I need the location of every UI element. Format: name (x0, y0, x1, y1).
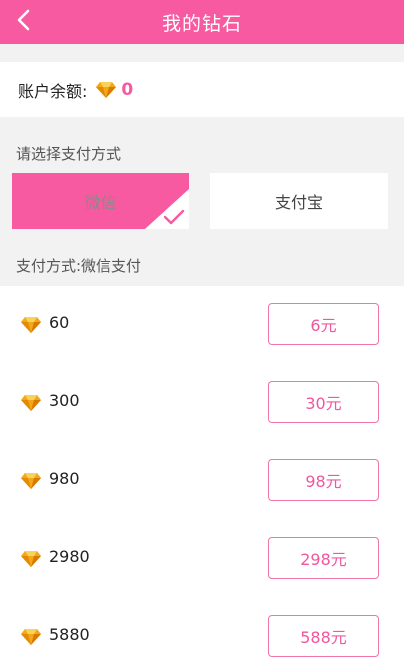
diamond-amount: 2980 (49, 547, 90, 566)
list-item: 5880 588元 (0, 598, 404, 669)
payment-option-wechat[interactable]: 微信 (12, 173, 189, 229)
diamond-amount: 300 (49, 391, 80, 410)
buy-button[interactable]: 298元 (268, 537, 379, 579)
diamond-icon (21, 317, 41, 333)
balance-row: 账户余额: 0 (0, 62, 404, 117)
payment-option-label: 支付宝 (274, 193, 323, 212)
spacer (0, 44, 404, 62)
list-item: 980 98元 (0, 442, 404, 520)
list-item: 2980 298元 (0, 520, 404, 598)
diamond-amount: 980 (49, 469, 80, 488)
payment-option-label: 微信 (84, 193, 117, 212)
diamond-icon (21, 395, 41, 411)
diamond-icon (21, 473, 41, 489)
buy-button[interactable]: 6元 (268, 303, 379, 345)
diamond-icon (21, 629, 41, 645)
payment-section-title: 请选择支付方式 (16, 145, 122, 163)
payment-options: 微信 支付宝 (12, 173, 388, 229)
back-arrow-icon (17, 9, 30, 31)
diamond-amount: 5880 (49, 625, 90, 644)
list-item: 60 6元 (0, 286, 404, 364)
page-title: 我的钻石 (161, 12, 242, 35)
checkmark-icon (145, 189, 189, 229)
header-bar: 我的钻石 (0, 0, 404, 44)
buy-button[interactable]: 30元 (268, 381, 379, 423)
buy-button[interactable]: 588元 (268, 615, 379, 657)
balance-value: 0 (121, 79, 134, 100)
payment-option-alipay[interactable]: 支付宝 (210, 173, 388, 229)
diamond-amount: 60 (49, 313, 70, 332)
balance-label: 账户余额: (18, 81, 88, 101)
diamond-package-list: 60 6元 300 30元 980 98元 2980 298元 5880 588… (0, 286, 404, 669)
current-payment-method: 支付方式:微信支付 (16, 257, 142, 275)
diamond-icon (21, 551, 41, 567)
list-item: 300 30元 (0, 364, 404, 442)
diamond-icon (96, 81, 117, 98)
back-button[interactable] (10, 6, 38, 34)
buy-button[interactable]: 98元 (268, 459, 379, 501)
